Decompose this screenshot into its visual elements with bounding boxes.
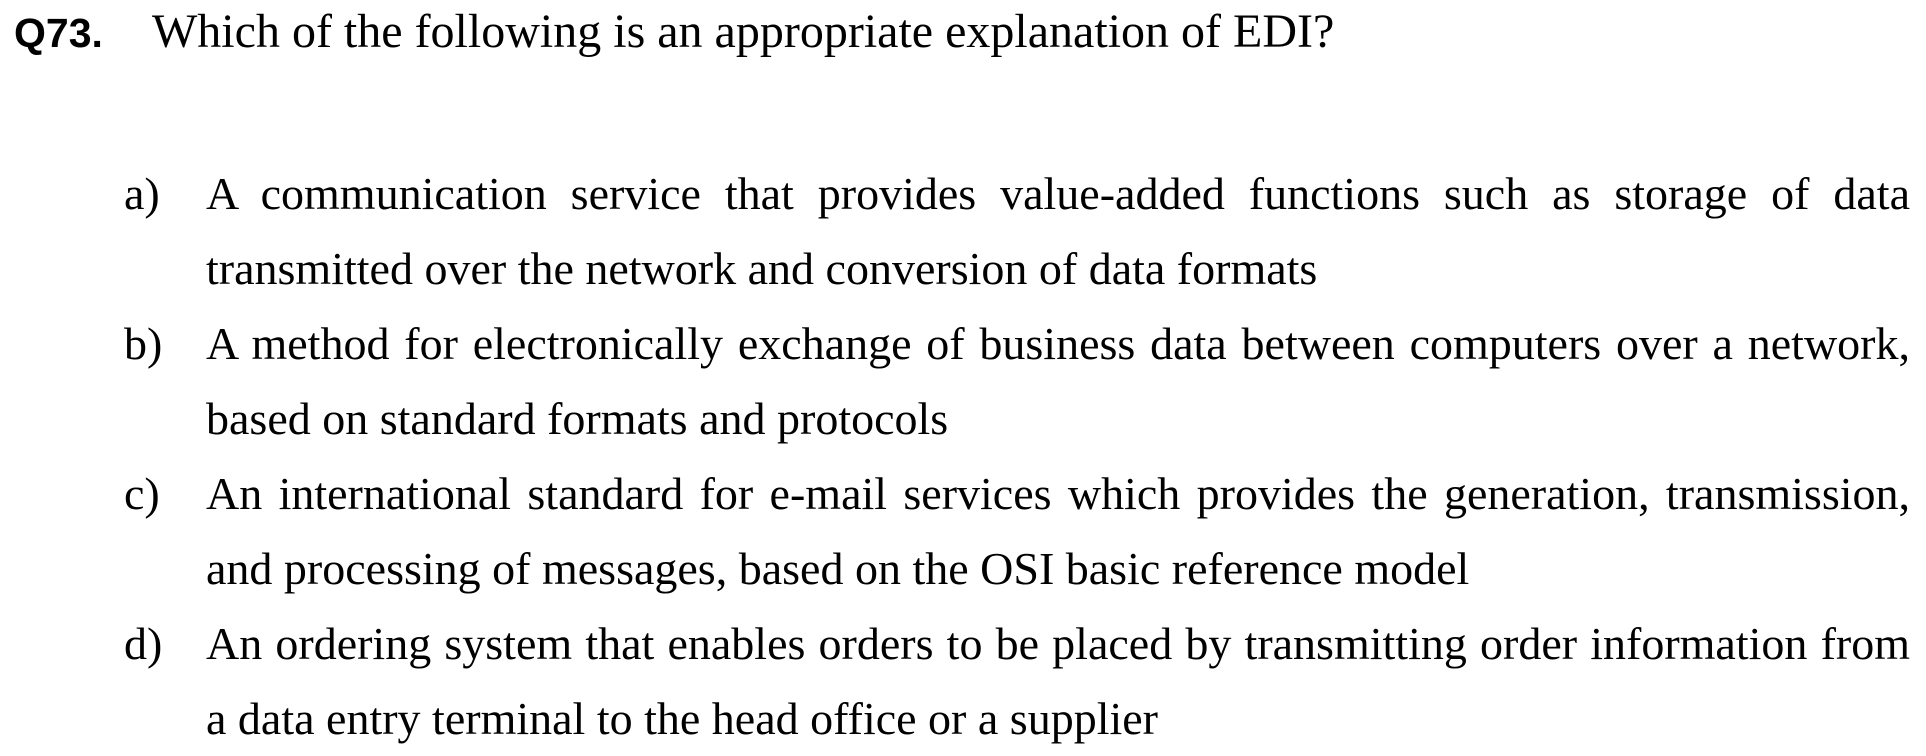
option-letter: c) [124,468,160,519]
question-page: Q73. Which of the following is an approp… [0,0,1926,755]
answer-option-c: c) An international standard for e-mail … [124,456,1910,606]
option-letter: b) [124,318,163,369]
question-text: Which of the following is an appropriate… [152,5,1335,58]
answer-options: a) A communication service that provides… [124,156,1910,756]
option-text: A method for electronically exchange of … [206,318,1910,444]
question-number: Q73. [14,10,103,56]
option-text: An ordering system that enables orders t… [206,618,1910,744]
question-header: Q73. Which of the following is an approp… [14,4,1904,74]
answer-option-b: b) A method for electronically exchange … [124,306,1910,456]
answer-option-a: a) A communication service that provides… [124,156,1910,306]
option-text: A communication service that provides va… [206,168,1910,294]
option-text: An international standard for e-mail ser… [206,468,1910,594]
option-letter: a) [124,168,160,219]
answer-option-d: d) An ordering system that enables order… [124,606,1910,756]
option-letter: d) [124,618,163,669]
